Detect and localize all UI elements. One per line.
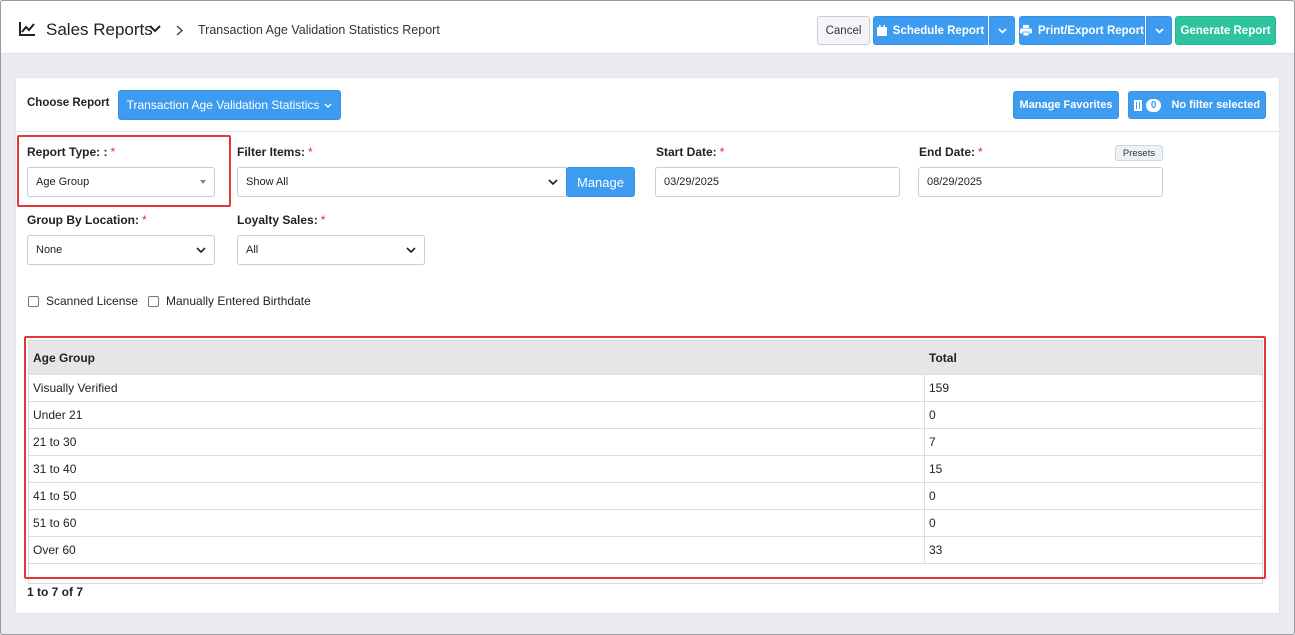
filter-items-label: Filter Items: *	[237, 145, 313, 159]
chevron-right-icon	[176, 25, 184, 36]
breadcrumb: Transaction Age Validation Statistics Re…	[198, 23, 440, 37]
page-title[interactable]: Sales Reports	[46, 20, 153, 40]
filter-icon	[1133, 99, 1142, 111]
chevron-down-icon	[548, 179, 558, 185]
table-row: 21 to 30 7	[29, 428, 1262, 455]
group-by-location-select[interactable]: None	[27, 235, 215, 265]
schedule-report-dropdown[interactable]	[989, 16, 1015, 45]
cell-total: 15	[929, 462, 943, 476]
cell-total: 0	[929, 408, 936, 422]
cell-age-group: 31 to 40	[29, 456, 925, 482]
line-chart-icon	[19, 22, 35, 36]
column-header-total[interactable]: Total	[925, 341, 1262, 374]
choose-report-label: Choose Report	[27, 97, 110, 109]
end-date-input[interactable]: 08/29/2025	[918, 167, 1163, 197]
cell-total: 159	[929, 381, 950, 395]
start-date-label: Start Date: *	[656, 145, 725, 159]
page-header: Sales Reports Transaction Age Validation…	[1, 1, 1294, 54]
report-type-select[interactable]: Age Group	[27, 167, 215, 197]
cell-age-group: 41 to 50	[29, 483, 925, 509]
table-row: 41 to 50 0	[29, 482, 1262, 509]
calendar-icon	[876, 25, 887, 36]
table-row: 31 to 40 15	[29, 455, 1262, 482]
group-by-location-label: Group By Location: *	[27, 213, 147, 227]
manual-birthdate-checkbox[interactable]: Manually Entered Birthdate	[148, 294, 311, 308]
divider	[16, 131, 1279, 132]
filter-status-button[interactable]: 0 No filter selected	[1128, 91, 1266, 119]
cell-age-group: Over 60	[29, 537, 925, 563]
caret-down-icon	[200, 180, 206, 184]
chevron-down-icon	[324, 103, 332, 108]
print-export-button[interactable]: Print/Export Report	[1019, 16, 1145, 45]
chevron-down-icon	[406, 247, 416, 253]
cancel-button[interactable]: Cancel	[817, 16, 870, 45]
manage-filter-button[interactable]: Manage	[566, 167, 635, 197]
presets-button[interactable]: Presets	[1115, 145, 1163, 161]
checkbox-box[interactable]	[28, 295, 39, 307]
print-export-dropdown[interactable]	[1146, 16, 1172, 45]
schedule-report-button[interactable]: Schedule Report	[873, 16, 988, 45]
cell-total: 33	[929, 543, 943, 557]
results-table: Age Group Total Visually Verified 159 Un…	[28, 340, 1263, 584]
chevron-down-icon	[997, 27, 1007, 34]
loyalty-sales-label: Loyalty Sales: *	[237, 213, 326, 227]
cell-age-group: Under 21	[29, 402, 925, 428]
table-row: Over 60 33	[29, 536, 1262, 563]
generate-report-button[interactable]: Generate Report	[1175, 16, 1276, 45]
cell-age-group: Visually Verified	[29, 375, 925, 401]
loyalty-sales-select[interactable]: All	[237, 235, 425, 265]
checkbox-box[interactable]	[148, 295, 159, 307]
filter-count-badge: 0	[1145, 98, 1162, 112]
table-row: 51 to 60 0	[29, 509, 1262, 536]
end-date-label: End Date: *	[919, 145, 983, 159]
cell-total: 7	[929, 435, 936, 449]
chevron-down-icon	[1154, 27, 1164, 34]
cell-age-group: 21 to 30	[29, 429, 925, 455]
cell-total: 0	[929, 489, 936, 503]
scanned-license-checkbox[interactable]: Scanned License	[28, 294, 138, 308]
table-row: Under 21 0	[29, 401, 1262, 428]
table-header: Age Group Total	[29, 341, 1262, 374]
chevron-down-icon[interactable]	[149, 25, 161, 33]
printer-icon	[1020, 25, 1032, 36]
table-footer-spacer	[29, 563, 1262, 583]
cell-total: 0	[929, 516, 936, 530]
pagination-summary: 1 to 7 of 7	[27, 585, 84, 599]
report-type-label: Report Type: : *	[27, 145, 116, 159]
cell-age-group: 51 to 60	[29, 510, 925, 536]
table-row: Visually Verified 159	[29, 374, 1262, 401]
start-date-input[interactable]: 03/29/2025	[655, 167, 900, 197]
choose-report-dropdown[interactable]: Transaction Age Validation Statistics	[118, 90, 341, 120]
chevron-down-icon	[196, 247, 206, 253]
filter-items-select[interactable]: Show All	[237, 167, 567, 197]
column-header-age-group[interactable]: Age Group	[29, 341, 925, 374]
manage-favorites-button[interactable]: Manage Favorites	[1013, 91, 1119, 119]
